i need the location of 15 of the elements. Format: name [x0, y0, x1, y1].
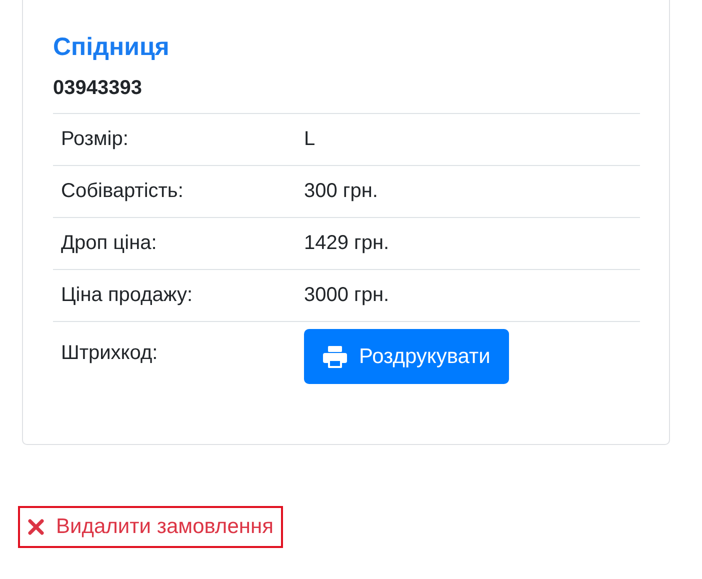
print-button[interactable]: Роздрукувати [304, 329, 510, 384]
row-value: 300 грн. [304, 180, 378, 202]
row-label: Розмір: [61, 128, 128, 150]
row-label: Дроп ціна: [61, 232, 157, 254]
row-label: Собівартість: [61, 180, 184, 202]
row-label: Штрихкод: [61, 342, 158, 364]
delete-order-link[interactable]: Видалити замовлення [18, 506, 284, 548]
printer-icon [323, 346, 347, 368]
row-label: Ціна продажу: [61, 284, 193, 306]
row-value: 3000 грн. [304, 284, 390, 306]
close-icon [28, 519, 44, 535]
row-value: 1429 грн. [304, 232, 390, 254]
row-value: L [304, 128, 316, 150]
product-code: 03943393 [53, 76, 143, 101]
product-title: Спідниця [53, 32, 170, 63]
